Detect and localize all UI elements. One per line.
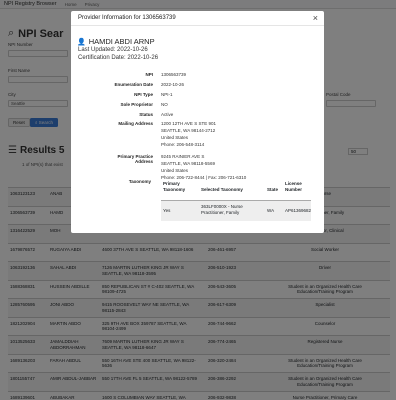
th-license-number: License Number — [285, 181, 303, 192]
provider-modal: Provider Information for 1306563739 × 👤 … — [71, 11, 324, 233]
td-primary: Yes — [163, 208, 171, 213]
td-license-number: AP61369682 — [285, 208, 312, 213]
certification-date: Certification Date: 2022-10-26 — [78, 55, 159, 61]
provider-name: 👤 HAMDI ABDI ARNP — [77, 37, 155, 46]
taxonomy-label: Taxonomy — [128, 179, 151, 184]
last-updated: Last Updated: 2022-10-26 — [78, 47, 148, 53]
detail-label: NPI Type — [134, 92, 153, 97]
detail-label: Status — [139, 112, 153, 117]
detail-value: SEATTLE, WA 98144-2712 — [161, 128, 216, 133]
detail-value: United States — [161, 135, 189, 140]
modal-header: Provider Information for 1306563739 × — [71, 11, 324, 26]
taxonomy-row: Yes 363LF0000X - Nurse Practitioner, Fam… — [161, 201, 311, 221]
taxonomy-table-header: Primary Taxonomy Selected Taxonomy State… — [161, 179, 311, 201]
detail-value: NPI-1 — [161, 92, 173, 97]
detail-value: United States — [161, 168, 189, 173]
td-selected-taxonomy: 363LF0000X - Nurse Practitioner, Family — [201, 204, 243, 215]
detail-value: Active — [161, 112, 174, 117]
detail-label: Primary Practice Address — [117, 154, 153, 164]
detail-label: NPI — [145, 72, 153, 77]
detail-value: 9245 RAINIER AVE S — [161, 154, 205, 159]
person-icon: 👤 — [77, 38, 86, 46]
detail-value: 2022-10-26 — [161, 82, 185, 87]
modal-title: Provider Information for 1306563739 — [78, 15, 176, 21]
detail-label: Enumeration Date — [114, 82, 153, 87]
detail-value: 1200 12TH AVE S STE 901 — [161, 121, 216, 126]
close-icon[interactable]: × — [313, 13, 318, 23]
detail-value: 1306563739 — [161, 72, 187, 77]
th-primary-taxonomy: Primary Taxonomy — [163, 181, 186, 192]
th-selected-taxonomy: Selected Taxonomy — [201, 187, 243, 192]
detail-value: Phone: 206-548-3114 — [161, 142, 205, 147]
detail-value: SEATTLE, WA 98118-5569 — [161, 161, 215, 166]
td-state: WA — [267, 208, 275, 213]
detail-value: NO — [161, 102, 168, 107]
th-state: State — [267, 187, 279, 192]
detail-label: Mailing Address — [118, 121, 153, 126]
detail-label: Sole Proprietor — [120, 102, 153, 107]
